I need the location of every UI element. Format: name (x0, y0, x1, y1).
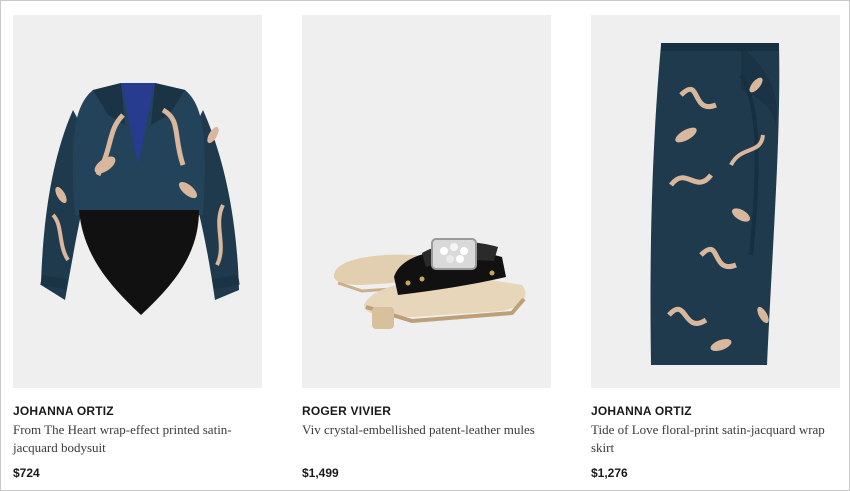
product-image-skirt[interactable] (591, 15, 840, 388)
product-image-mules[interactable] (302, 15, 551, 388)
product-grid: JOHANNA ORTIZ From The Heart wrap-effect… (1, 1, 849, 490)
product-card[interactable]: ROGER VIVIER Viv crystal-embellished pat… (302, 15, 551, 485)
product-card[interactable]: JOHANNA ORTIZ From The Heart wrap-effect… (13, 15, 262, 485)
bodysuit-image (13, 15, 262, 388)
product-description[interactable]: From The Heart wrap-effect printed satin… (13, 421, 258, 457)
product-card[interactable]: JOHANNA ORTIZ Tide of Love floral-print … (591, 15, 840, 485)
product-brand[interactable]: ROGER VIVIER (302, 404, 551, 418)
product-description[interactable]: Tide of Love floral-print satin-jacquard… (591, 421, 836, 457)
mules-image (302, 15, 551, 388)
product-price: $724 (13, 466, 40, 480)
skirt-image (591, 15, 840, 388)
product-brand[interactable]: JOHANNA ORTIZ (13, 404, 262, 418)
product-grid-frame: JOHANNA ORTIZ From The Heart wrap-effect… (0, 0, 850, 491)
product-image-bodysuit[interactable] (13, 15, 262, 388)
product-price: $1,499 (302, 466, 339, 480)
product-price: $1,276 (591, 466, 628, 480)
product-description[interactable]: Viv crystal-embellished patent-leather m… (302, 421, 547, 439)
product-brand[interactable]: JOHANNA ORTIZ (591, 404, 840, 418)
